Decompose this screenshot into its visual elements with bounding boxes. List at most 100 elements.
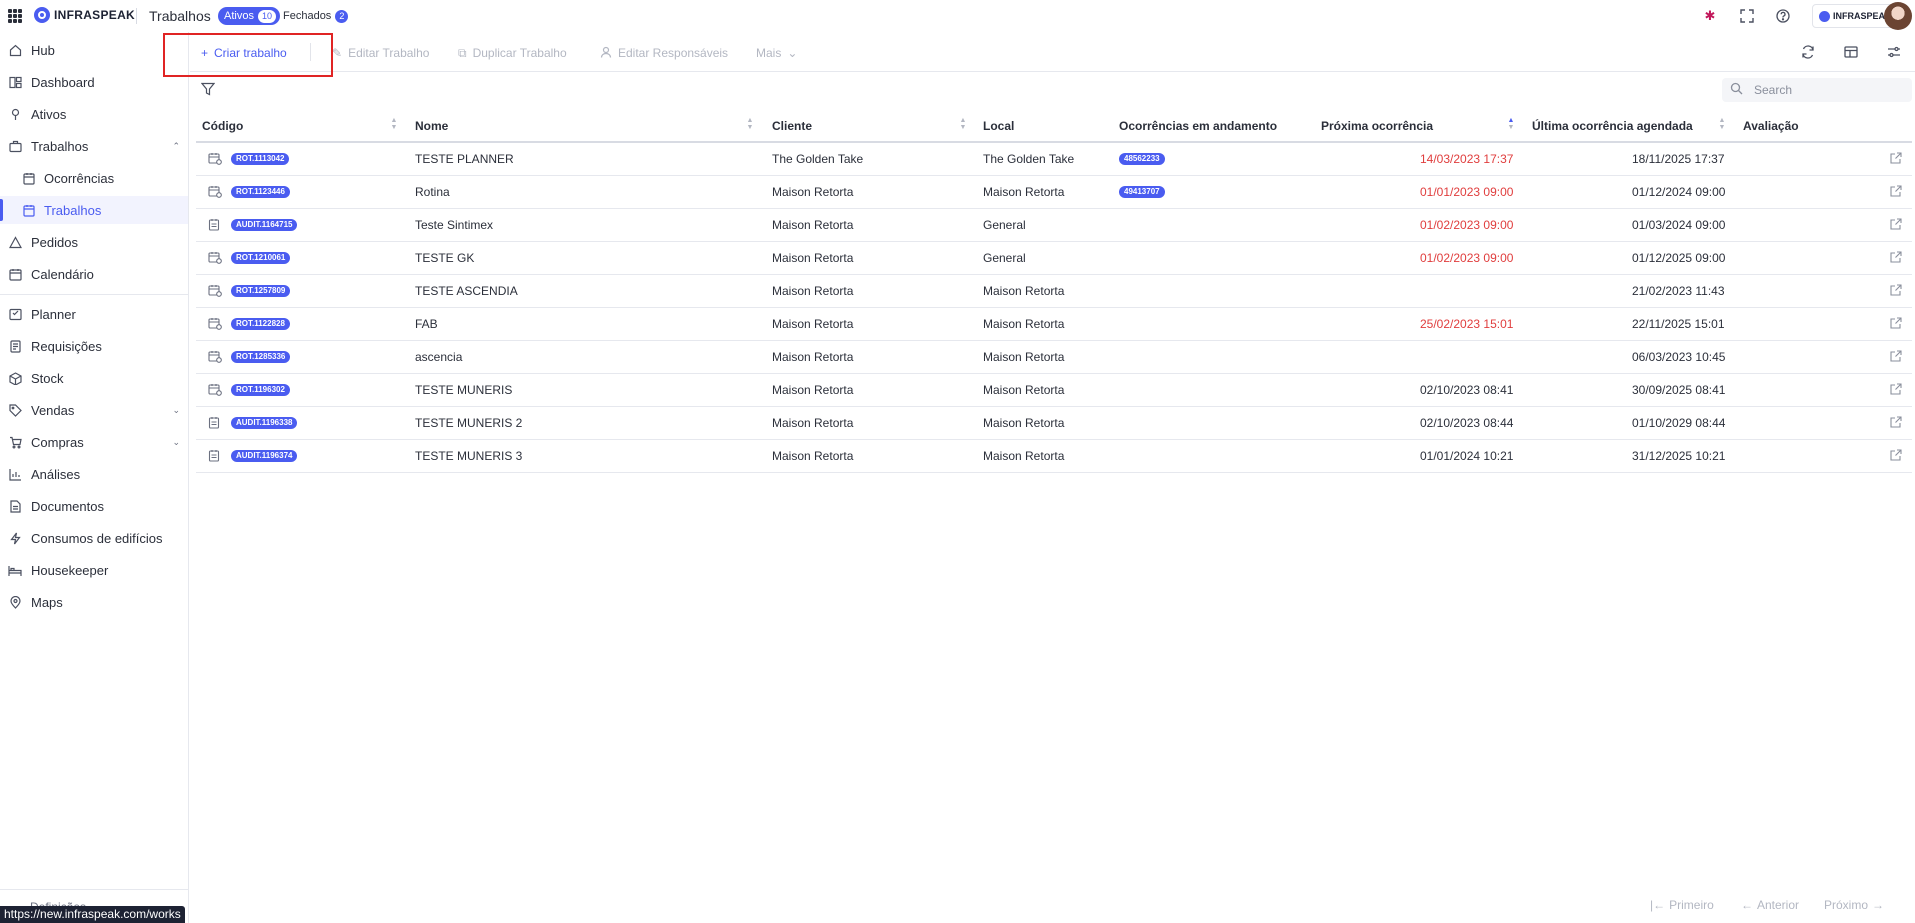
- table-row[interactable]: ROT.1123446 Rotina Maison Retorta Maison Re…: [196, 176, 1912, 209]
- table-row[interactable]: AUDIT.1196338 TESTE MUNERIS 2 Maison Retor…: [196, 407, 1912, 440]
- apps-grid-icon[interactable]: [8, 9, 22, 23]
- calendar-icon: [8, 267, 22, 281]
- table-row[interactable]: AUDIT.1164715 Teste Sintimex Maison Retort…: [196, 209, 1912, 242]
- tab-active[interactable]: Ativos 10: [218, 7, 280, 25]
- chevron-up-icon[interactable]: ⌃: [172, 141, 180, 152]
- last-occurrence: 31/12/2025 10:21: [1632, 449, 1726, 463]
- layout-icon[interactable]: [1843, 44, 1859, 60]
- external-link-icon[interactable]: [1890, 251, 1904, 265]
- external-link-icon[interactable]: [1890, 350, 1904, 364]
- sidebar-item-dashboard[interactable]: Dashboard: [0, 68, 188, 96]
- external-link-icon[interactable]: [1890, 218, 1904, 232]
- pagination-next[interactable]: Próximo →: [1824, 898, 1884, 912]
- routine-icon: [208, 317, 222, 331]
- pagination-previous[interactable]: ← Anterior: [1741, 898, 1799, 912]
- table-row[interactable]: ROT.1113042 TESTE PLANNER The Golden Take T…: [196, 143, 1912, 176]
- sidebar-item-analises[interactable]: Análises: [0, 460, 188, 488]
- sidebar-item-compras[interactable]: Compras ⌄: [0, 428, 188, 456]
- sort-icon[interactable]: ▲ ▼: [959, 117, 967, 133]
- column-header-last-occurrence[interactable]: Última ocorrência agendada: [1532, 119, 1693, 133]
- sidebar-item-maps[interactable]: Maps: [0, 588, 188, 616]
- sidebar-item-vendas[interactable]: Vendas ⌄: [0, 396, 188, 424]
- external-link-icon[interactable]: [1890, 152, 1904, 166]
- sort-icon[interactable]: ▲ ▼: [746, 117, 754, 133]
- table-row[interactable]: ROT.1257809 TESTE ASCENDIA Maison Retorta M…: [196, 275, 1912, 308]
- edit-work-label: Editar Trabalho: [348, 46, 430, 60]
- table-row[interactable]: ROT.1122828 FAB Maison Retorta Maison Retor…: [196, 308, 1912, 341]
- work-local: General: [983, 218, 1026, 232]
- work-code-badge[interactable]: ROT.1123446: [231, 186, 290, 198]
- refresh-icon[interactable]: [1800, 44, 1816, 60]
- table-row[interactable]: AUDIT.1196374 TESTE MUNERIS 3 Maison Retor…: [196, 440, 1912, 473]
- sidebar-item-planner[interactable]: Planner: [0, 300, 188, 328]
- sidebar-item-pedidos[interactable]: Pedidos: [0, 228, 188, 256]
- external-link-icon[interactable]: [1890, 284, 1904, 298]
- status-bar-url: https://new.infraspeak.com/works: [0, 906, 185, 923]
- edit-responsibles-button[interactable]: Editar Responsáveis: [600, 44, 728, 62]
- work-code-badge[interactable]: AUDIT.1196338: [231, 417, 298, 429]
- search-box[interactable]: [1722, 78, 1912, 102]
- table-row[interactable]: ROT.1285336 ascencia Maison Retorta Maison …: [196, 341, 1912, 374]
- external-link-icon[interactable]: [1890, 185, 1904, 199]
- column-header-next-occurrence[interactable]: Próxima ocorrência: [1321, 119, 1433, 133]
- pencil-icon: ✎: [332, 46, 343, 60]
- occurrence-badge[interactable]: 48562233: [1119, 153, 1165, 165]
- sidebar-item-calendario[interactable]: Calendário: [0, 260, 188, 288]
- work-code-badge[interactable]: ROT.1113042: [231, 153, 290, 165]
- sort-icon[interactable]: ▲ ▼: [390, 117, 398, 133]
- table-row[interactable]: ROT.1196302 TESTE MUNERIS Maison Retorta Ma…: [196, 374, 1912, 407]
- column-header-occurrences[interactable]: Ocorrências em andamento: [1119, 119, 1277, 133]
- sidebar-item-ocorrencias[interactable]: Ocorrências: [0, 164, 188, 192]
- external-link-icon[interactable]: [1890, 317, 1904, 331]
- pagination-first[interactable]: |← Primeiro: [1650, 898, 1714, 912]
- column-header-rating[interactable]: Avaliação: [1743, 119, 1799, 133]
- work-code-badge[interactable]: ROT.1122828: [231, 318, 290, 330]
- sidebar-item-trabalhos-group[interactable]: Trabalhos ⌃: [0, 132, 188, 160]
- settings-sliders-icon[interactable]: [1886, 44, 1902, 60]
- help-icon[interactable]: [1775, 8, 1791, 24]
- column-header-name[interactable]: Nome: [415, 119, 448, 133]
- sort-icon[interactable]: ▲ ▼: [1507, 117, 1515, 133]
- sidebar-item-label: Análises: [31, 466, 81, 482]
- last-occurrence: 01/12/2025 09:00: [1632, 251, 1726, 265]
- user-avatar[interactable]: [1884, 2, 1912, 30]
- sort-icon[interactable]: ▲ ▼: [1718, 117, 1726, 133]
- column-header-code[interactable]: Código: [202, 119, 243, 133]
- work-code-badge[interactable]: ROT.1196302: [231, 384, 290, 396]
- duplicate-work-button[interactable]: ⧉ Duplicar Trabalho: [458, 44, 567, 62]
- table-row[interactable]: ROT.1210061 TESTE GK Maison Retorta General…: [196, 242, 1912, 275]
- external-link-icon[interactable]: [1890, 416, 1904, 430]
- work-local: General: [983, 251, 1026, 265]
- sparkle-icon[interactable]: ✱: [1702, 8, 1718, 24]
- more-dropdown[interactable]: Mais ⌄: [756, 44, 797, 62]
- work-code-badge[interactable]: AUDIT.1196374: [231, 450, 298, 462]
- sidebar-item-ativos[interactable]: Ativos: [0, 100, 188, 128]
- fullscreen-icon[interactable]: [1739, 8, 1755, 24]
- sidebar-item-stock[interactable]: Stock: [0, 364, 188, 392]
- brand-logo[interactable]: INFRASPEAK: [34, 7, 135, 23]
- chevron-down-icon[interactable]: ⌄: [172, 405, 180, 416]
- sidebar-item-hub[interactable]: Hub: [0, 36, 188, 64]
- occurrence-badge[interactable]: 49413707: [1119, 186, 1165, 198]
- external-link-icon[interactable]: [1890, 383, 1904, 397]
- filter-icon[interactable]: [200, 82, 217, 98]
- external-link-icon[interactable]: [1890, 449, 1904, 463]
- sidebar-item-label: Consumos de edifícios: [31, 530, 163, 546]
- create-work-button[interactable]: + Criar trabalho: [201, 44, 287, 62]
- sidebar-item-trabalhos[interactable]: Trabalhos: [0, 196, 188, 224]
- column-header-local[interactable]: Local: [983, 119, 1014, 133]
- work-code-badge[interactable]: AUDIT.1164715: [231, 219, 298, 231]
- work-code-badge[interactable]: ROT.1285336: [231, 351, 291, 363]
- edit-work-button[interactable]: ✎ Editar Trabalho: [332, 44, 429, 62]
- tab-closed[interactable]: Fechados 2: [283, 7, 349, 25]
- sidebar-item-consumos[interactable]: Consumos de edifícios: [0, 524, 188, 552]
- work-code-badge[interactable]: ROT.1257809: [231, 285, 291, 297]
- sidebar-item-housekeeper[interactable]: Housekeeper: [0, 556, 188, 584]
- work-code-badge[interactable]: ROT.1210061: [231, 252, 291, 264]
- chevron-down-icon[interactable]: ⌄: [172, 437, 180, 448]
- search-input[interactable]: [1754, 81, 1904, 99]
- sidebar-item-documentos[interactable]: Documentos: [0, 492, 188, 520]
- sidebar-item-requisicoes[interactable]: Requisições: [0, 332, 188, 360]
- work-name: Teste Sintimex: [415, 218, 494, 232]
- column-header-client[interactable]: Cliente: [772, 119, 812, 133]
